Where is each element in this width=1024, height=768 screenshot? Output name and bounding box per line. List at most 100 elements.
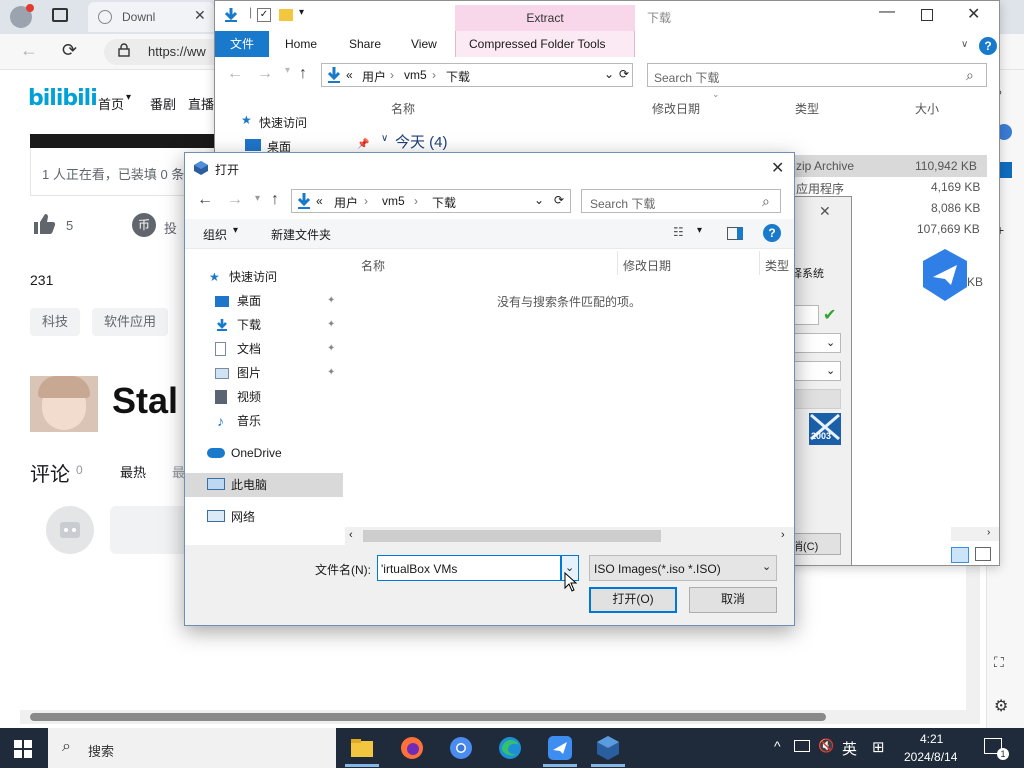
path-users[interactable]: 用户: [334, 194, 358, 211]
firefox-icon[interactable]: [398, 734, 426, 762]
close-icon[interactable]: ✕: [967, 4, 980, 24]
up-arrow-icon[interactable]: ↑: [271, 191, 279, 209]
comment-input[interactable]: [110, 506, 190, 554]
large-icons-view-icon[interactable]: [975, 547, 991, 561]
nav-quick-access[interactable]: ★ 快速访问: [185, 265, 343, 289]
tray-expand-icon[interactable]: ^: [774, 738, 781, 754]
refresh-icon[interactable]: ⟳: [619, 67, 629, 81]
chevron-down-icon[interactable]: ⌄: [534, 193, 544, 207]
nav-home[interactable]: 首页: [98, 94, 124, 113]
help-icon[interactable]: ?: [979, 37, 997, 55]
sidebar-quick-access[interactable]: 快速访问: [259, 114, 307, 131]
dialog-hscroll[interactable]: ‹ ›: [345, 527, 794, 545]
volume-muted-icon[interactable]: 🔇: [818, 738, 834, 754]
chevron-down-icon[interactable]: ▾: [233, 225, 238, 236]
nav-documents[interactable]: 文档 ✦: [185, 337, 343, 361]
path-downloads[interactable]: 下载: [432, 194, 456, 211]
nav-onedrive[interactable]: OneDrive: [185, 441, 343, 465]
column-size[interactable]: 大小: [915, 100, 939, 117]
ime-mode-icon[interactable]: ⊞: [872, 738, 885, 756]
path-overflow[interactable]: «: [346, 68, 353, 82]
organize-menu[interactable]: 组织: [203, 226, 227, 243]
path-vm5[interactable]: vm5: [404, 68, 427, 82]
sort-hot[interactable]: 最热: [120, 462, 146, 481]
nav-network[interactable]: 网络: [185, 505, 343, 529]
scroll-left-icon[interactable]: ‹: [349, 529, 353, 541]
filename-input[interactable]: 'irtualBox VMs: [377, 555, 561, 581]
gear-icon[interactable]: ⚙: [994, 696, 1008, 716]
minimize-icon[interactable]: —: [879, 3, 895, 21]
clock-date[interactable]: 2024/8/14: [904, 750, 957, 764]
nav-downloads[interactable]: 下载 ✦: [185, 313, 343, 337]
back-arrow-icon[interactable]: ←: [197, 191, 213, 209]
column-type[interactable]: 类型: [765, 257, 789, 274]
filetype-select[interactable]: ISO Images(*.iso *.ISO) ⌄: [589, 555, 777, 581]
nav-live[interactable]: 直播: [188, 94, 214, 113]
address-bar[interactable]: « 用户 › vm5 › 下载 ⌄ ⟳: [321, 63, 633, 87]
refresh-icon[interactable]: ⟳: [554, 193, 564, 207]
refresh-icon[interactable]: ⟳: [62, 40, 77, 61]
tab-actions-icon[interactable]: [52, 8, 68, 22]
path-downloads[interactable]: 下载: [446, 68, 470, 85]
chevron-down-icon[interactable]: ⌄: [604, 67, 614, 81]
forward-arrow-icon[interactable]: →: [257, 65, 273, 83]
ribbon-tab-home[interactable]: Home: [285, 37, 317, 51]
group-today[interactable]: 今天 (4): [395, 131, 448, 152]
ribbon-tab-share[interactable]: Share: [349, 37, 381, 51]
open-button[interactable]: 打开(O): [589, 587, 677, 613]
path-vm5[interactable]: vm5: [382, 194, 405, 208]
recent-dropdown-icon[interactable]: ▾: [255, 193, 260, 204]
bilibili-logo[interactable]: bilibili: [28, 86, 98, 111]
close-icon[interactable]: ✕: [771, 158, 784, 178]
network-icon[interactable]: [794, 740, 810, 752]
maximize-icon[interactable]: [921, 9, 933, 21]
column-date[interactable]: 修改日期: [623, 257, 671, 274]
properties-icon[interactable]: ✓: [257, 8, 271, 22]
cancel-button-fragment[interactable]: 消(C): [789, 533, 841, 555]
details-view-icon[interactable]: [951, 547, 969, 563]
select-fragment[interactable]: ⌄: [789, 333, 841, 353]
like-icon[interactable]: [32, 212, 56, 236]
preview-pane-icon[interactable]: [727, 227, 743, 240]
scroll-right-icon[interactable]: ›: [987, 527, 990, 538]
ribbon-tab-compressed[interactable]: Compressed Folder Tools: [455, 31, 635, 57]
back-arrow-icon[interactable]: ←: [20, 40, 38, 61]
ribbon-collapse-icon[interactable]: ∨: [961, 39, 968, 50]
recent-dropdown-icon[interactable]: ▾: [285, 65, 290, 76]
path-users[interactable]: 用户: [362, 68, 386, 85]
qat-dropdown-icon[interactable]: ▾: [299, 7, 304, 18]
column-date[interactable]: 修改日期: [652, 100, 700, 117]
help-icon[interactable]: ?: [763, 224, 781, 242]
coin-label[interactable]: 投: [164, 218, 177, 237]
tab-close-icon[interactable]: ✕: [194, 7, 206, 24]
explorer-hscroll[interactable]: ›: [951, 527, 999, 541]
taskbar-search[interactable]: ⌕ 搜索: [48, 728, 336, 768]
column-type[interactable]: 类型: [795, 100, 819, 117]
forward-arrow-icon[interactable]: →: [227, 191, 243, 209]
browser-tab[interactable]: Downl ✕: [88, 2, 214, 32]
tag-tech[interactable]: 科技: [30, 308, 81, 336]
coin-icon[interactable]: 币: [132, 213, 156, 237]
file-explorer-icon[interactable]: [348, 734, 376, 762]
page-hscroll-thumb[interactable]: [30, 713, 826, 721]
group-collapse-icon[interactable]: ∨: [381, 133, 388, 144]
dialog-search-input[interactable]: Search 下载 ⌕: [581, 189, 781, 213]
back-arrow-icon[interactable]: ←: [227, 65, 243, 83]
column-name[interactable]: 名称: [391, 100, 415, 117]
app-bird-icon[interactable]: [546, 734, 574, 762]
new-folder-button[interactable]: 新建文件夹: [271, 226, 331, 243]
nav-pictures[interactable]: 图片 ✦: [185, 361, 343, 385]
nav-this-pc[interactable]: 此电脑: [185, 473, 343, 497]
chromium-icon[interactable]: [447, 734, 475, 762]
ribbon-tab-view[interactable]: View: [411, 37, 437, 51]
select-fragment-2[interactable]: ⌄: [789, 361, 841, 381]
close-icon[interactable]: ✕: [819, 203, 831, 220]
scroll-right-icon[interactable]: ›: [781, 529, 785, 541]
chevron-down-icon[interactable]: ▾: [697, 225, 702, 236]
path-overflow[interactable]: «: [316, 194, 323, 208]
clock-time[interactable]: 4:21: [920, 732, 943, 746]
view-options-icon[interactable]: ☷: [673, 225, 684, 239]
nav-music[interactable]: ♪ 音乐: [185, 409, 343, 433]
dialog-hscroll-thumb[interactable]: [363, 530, 661, 542]
start-button[interactable]: [14, 740, 32, 758]
